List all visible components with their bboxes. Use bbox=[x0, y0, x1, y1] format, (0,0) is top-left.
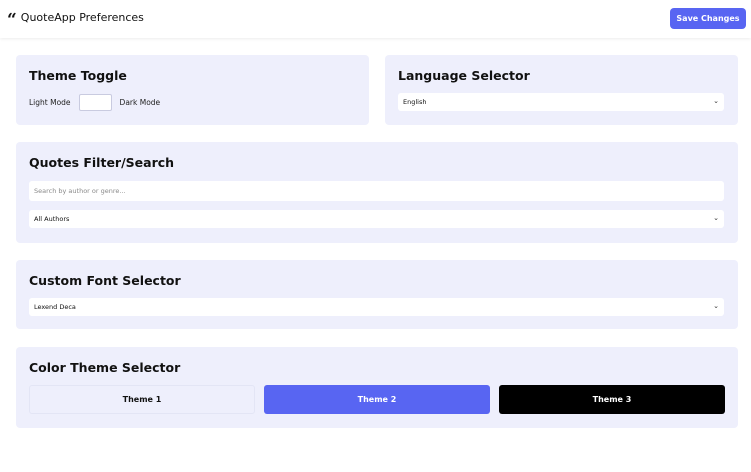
chevron-down-icon: ⌄ bbox=[713, 302, 719, 310]
theme-toggle-row: Light Mode Dark Mode bbox=[29, 94, 160, 111]
quotes-filter-panel: Quotes Filter/Search All Authors ⌄ bbox=[16, 142, 738, 243]
author-select-value: All Authors bbox=[34, 215, 70, 223]
color-theme-panel: Color Theme Selector Theme 1 Theme 2 The… bbox=[16, 347, 738, 428]
color-theme-title: Color Theme Selector bbox=[29, 360, 181, 375]
theme-2-button[interactable]: Theme 2 bbox=[264, 385, 490, 414]
app-brand: “ QuoteApp Preferences bbox=[7, 9, 144, 30]
app-header: “ QuoteApp Preferences Save Changes bbox=[0, 0, 751, 38]
theme-toggle-title: Theme Toggle bbox=[29, 68, 127, 83]
app-title: QuoteApp Preferences bbox=[20, 11, 144, 24]
chevron-down-icon: ⌄ bbox=[713, 214, 719, 222]
font-selector-panel: Custom Font Selector Lexend Deca ⌄ bbox=[16, 260, 738, 329]
author-select[interactable]: All Authors ⌄ bbox=[29, 210, 724, 228]
language-select-value: English bbox=[403, 98, 427, 106]
theme-toggle-panel: Theme Toggle Light Mode Dark Mode bbox=[16, 55, 369, 125]
font-selector-title: Custom Font Selector bbox=[29, 273, 181, 288]
save-changes-button[interactable]: Save Changes bbox=[670, 8, 746, 29]
theme-1-button[interactable]: Theme 1 bbox=[29, 385, 255, 414]
language-select[interactable]: English ⌄ bbox=[398, 93, 724, 111]
quote-search-input[interactable] bbox=[29, 181, 724, 201]
font-select[interactable]: Lexend Deca ⌄ bbox=[29, 298, 724, 316]
quotes-filter-title: Quotes Filter/Search bbox=[29, 155, 175, 170]
theme-toggle-switch[interactable] bbox=[78, 94, 112, 111]
quote-icon: “ bbox=[7, 9, 17, 30]
dark-mode-label: Dark Mode bbox=[119, 98, 161, 107]
light-mode-label: Light Mode bbox=[29, 98, 71, 107]
language-panel: Language Selector English ⌄ bbox=[385, 55, 738, 125]
font-select-value: Lexend Deca bbox=[34, 303, 76, 311]
chevron-down-icon: ⌄ bbox=[713, 97, 719, 105]
theme-3-button[interactable]: Theme 3 bbox=[499, 385, 725, 414]
language-title: Language Selector bbox=[398, 68, 530, 83]
